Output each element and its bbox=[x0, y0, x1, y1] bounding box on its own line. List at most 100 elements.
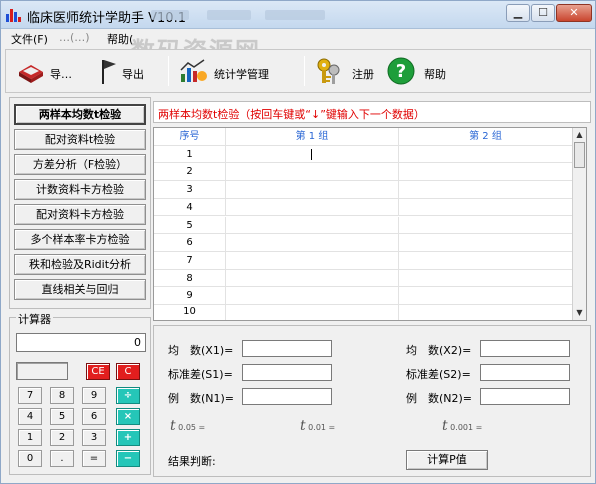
calc-key-5[interactable]: 5 bbox=[50, 408, 74, 425]
calc-key-plus[interactable]: + bbox=[116, 429, 140, 446]
scroll-up-icon[interactable]: ▲ bbox=[573, 128, 586, 142]
cell-group2[interactable] bbox=[399, 234, 572, 251]
calc-key-0[interactable]: 0 bbox=[18, 450, 42, 467]
calc-key-divide[interactable]: ÷ bbox=[116, 387, 140, 404]
mean1-field[interactable] bbox=[242, 340, 332, 357]
sd1-field[interactable] bbox=[242, 364, 332, 381]
calc-key-4[interactable]: 4 bbox=[18, 408, 42, 425]
cell-group1[interactable] bbox=[226, 251, 399, 269]
mean1-label: 均 数(X1)= bbox=[168, 344, 234, 357]
toolbar-separator bbox=[168, 56, 169, 86]
cell-group1[interactable] bbox=[226, 198, 399, 216]
grid-vertical-scrollbar[interactable]: ▲ ▼ bbox=[572, 128, 586, 320]
table-row: 7 bbox=[154, 251, 572, 270]
fn-anova[interactable]: 方差分析（F检验） bbox=[14, 154, 146, 175]
cell-group2[interactable] bbox=[399, 252, 572, 269]
n2-label: 例 数(N2)= bbox=[406, 392, 473, 405]
close-button[interactable]: ✕ bbox=[556, 4, 592, 22]
calc-key-multiply[interactable]: × bbox=[116, 408, 140, 425]
cell-group1[interactable] bbox=[226, 269, 399, 287]
menu-item-2[interactable]: …(…) bbox=[59, 31, 90, 44]
calc-key-3[interactable]: 3 bbox=[82, 429, 106, 446]
scroll-down-icon[interactable]: ▼ bbox=[573, 306, 586, 320]
minimize-button[interactable]: ▁ bbox=[506, 4, 530, 22]
import-button[interactable]: 导… bbox=[16, 54, 96, 88]
text-caret bbox=[311, 148, 312, 160]
cell-group2[interactable] bbox=[399, 146, 572, 163]
calculator-title: 计算器 bbox=[16, 311, 53, 327]
col-header-group1[interactable]: 第 1 组 bbox=[226, 128, 399, 145]
row-index: 10 bbox=[154, 305, 226, 320]
sd2-field[interactable] bbox=[480, 364, 570, 381]
cell-group2[interactable] bbox=[399, 163, 572, 180]
cell-group1[interactable] bbox=[226, 181, 399, 198]
sd1-label: 标准差(S1)= bbox=[168, 368, 233, 381]
app-chart-icon bbox=[6, 8, 21, 22]
calc-key-9[interactable]: 9 bbox=[82, 387, 106, 404]
calc-key-6[interactable]: 6 bbox=[82, 408, 106, 425]
import-label: 导… bbox=[50, 68, 72, 81]
fn-paired-chi-square[interactable]: 配对资料卡方检验 bbox=[14, 204, 146, 225]
table-row: 2 bbox=[154, 163, 572, 182]
cell-group2[interactable] bbox=[399, 199, 572, 216]
maximize-button[interactable]: ☐ bbox=[531, 4, 555, 22]
mean2-field[interactable] bbox=[480, 340, 570, 357]
fn-two-sample-t-test[interactable]: 两样本均数t检验 bbox=[14, 104, 146, 125]
col-header-group2[interactable]: 第 2 组 bbox=[399, 128, 572, 145]
calc-key-equals[interactable]: = bbox=[82, 450, 106, 467]
calc-key-ce[interactable]: CE bbox=[86, 363, 110, 380]
calculator-display: 0 bbox=[16, 333, 146, 352]
toolbar-separator bbox=[304, 56, 305, 86]
cell-group1[interactable] bbox=[226, 163, 399, 181]
calc-key-8[interactable]: 8 bbox=[50, 387, 74, 404]
menu-help[interactable]: 帮助( bbox=[107, 31, 133, 47]
fn-paired-t-test[interactable]: 配对资料t检验 bbox=[14, 129, 146, 150]
register-button[interactable]: 注册 bbox=[314, 54, 384, 88]
cell-group2[interactable] bbox=[399, 217, 572, 234]
cell-group2[interactable] bbox=[399, 181, 572, 198]
cell-group2[interactable] bbox=[399, 287, 572, 304]
blurred-title-segment bbox=[207, 10, 251, 20]
calc-key-7[interactable]: 7 bbox=[18, 387, 42, 404]
table-row: 1 bbox=[154, 145, 572, 164]
calc-key-2[interactable]: 2 bbox=[50, 429, 74, 446]
calc-key-1[interactable]: 1 bbox=[18, 429, 42, 446]
n1-field[interactable] bbox=[242, 388, 332, 405]
row-index: 4 bbox=[154, 198, 226, 216]
export-button[interactable]: 导出 bbox=[98, 54, 156, 88]
n2-field[interactable] bbox=[480, 388, 570, 405]
app-window: 临床医师统计学助手 V10.1 ▁ ☐ ✕ 文件(F) …(…) 帮助( 数码资… bbox=[0, 0, 596, 484]
cell-group1[interactable] bbox=[226, 234, 399, 251]
fn-rank-sum-ridit[interactable]: 秩和检验及Ridit分析 bbox=[14, 254, 146, 275]
calc-key-minus[interactable]: − bbox=[116, 450, 140, 467]
svg-text:?: ? bbox=[396, 61, 406, 82]
help-button[interactable]: ? 帮助 bbox=[386, 54, 456, 88]
title-bar[interactable]: 临床医师统计学助手 V10.1 ▁ ☐ ✕ bbox=[1, 1, 595, 29]
calc-key-c[interactable]: C bbox=[116, 363, 140, 380]
scroll-thumb[interactable] bbox=[574, 142, 585, 168]
data-grid[interactable]: 序号 第 1 组 第 2 组 1 2 3 4 5 6 7 8 9 10 ▲ ▼ bbox=[153, 127, 587, 321]
cell-group1[interactable] bbox=[226, 305, 399, 320]
stats-manage-button[interactable]: 统计学管理 bbox=[178, 54, 298, 88]
book-icon bbox=[19, 65, 43, 83]
calculator: 计算器 0 CE C 7 8 9 ÷ 4 5 6 × 1 2 3 + 0 . =… bbox=[9, 311, 151, 475]
fn-chi-square[interactable]: 计数资料卡方检验 bbox=[14, 179, 146, 200]
help-label: 帮助 bbox=[424, 68, 446, 81]
cell-group2[interactable] bbox=[399, 305, 572, 320]
calculate-p-button[interactable]: 计算P值 bbox=[406, 450, 488, 470]
mean2-label: 均 数(X2)= bbox=[406, 344, 472, 357]
cell-group1[interactable] bbox=[226, 145, 399, 163]
menu-file[interactable]: 文件(F) bbox=[11, 31, 48, 47]
calc-key-dot[interactable]: . bbox=[50, 450, 74, 467]
function-panel: 两样本均数t检验 配对资料t检验 方差分析（F检验） 计数资料卡方检验 配对资料… bbox=[9, 97, 151, 309]
chart-icon bbox=[180, 59, 207, 82]
instruction-bar: 两样本均数t检验（按回车键或“↓”键输入下一个数据） bbox=[153, 101, 591, 123]
cell-group1[interactable] bbox=[226, 216, 399, 234]
cell-group2[interactable] bbox=[399, 270, 572, 287]
table-row: 6 bbox=[154, 234, 572, 252]
fn-multi-rate-chi-square[interactable]: 多个样本率卡方检验 bbox=[14, 229, 146, 250]
fn-correlation-regression[interactable]: 直线相关与回归 bbox=[14, 279, 146, 300]
row-index: 6 bbox=[154, 234, 226, 251]
t-001-label: t 0.01 = bbox=[300, 418, 336, 434]
cell-group1[interactable] bbox=[226, 287, 399, 304]
